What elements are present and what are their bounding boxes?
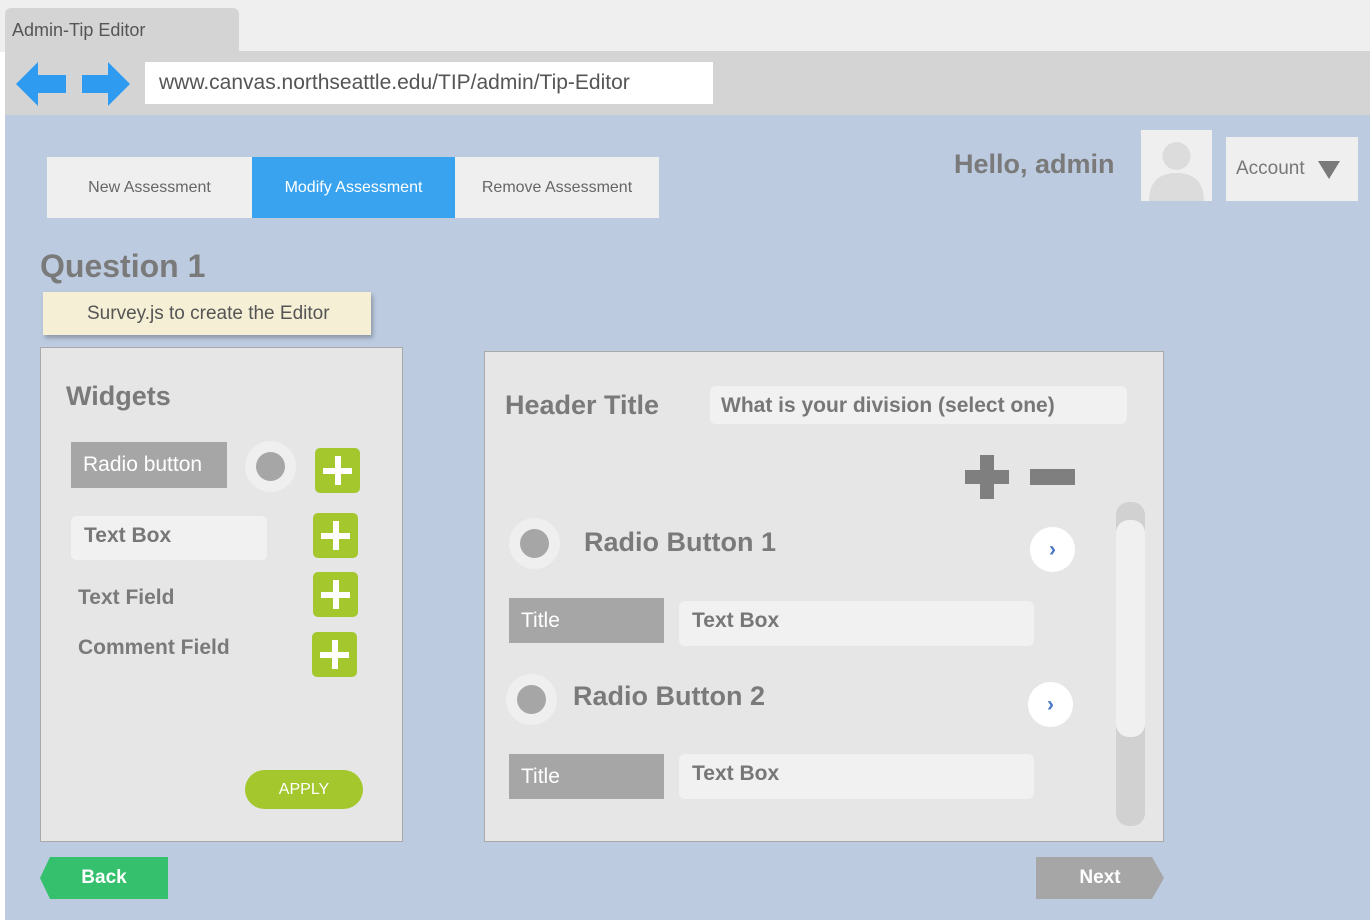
- back-button[interactable]: Back: [40, 857, 168, 899]
- option-1-chevron-right-icon[interactable]: ›: [1030, 527, 1075, 572]
- forward-arrow-icon[interactable]: [82, 62, 130, 106]
- add-text-box-button[interactable]: [313, 513, 358, 558]
- option-2-text-box[interactable]: Text Box: [679, 754, 1034, 799]
- widgets-title: Widgets: [66, 381, 171, 411]
- editor-note: Survey.js to create the Editor: [43, 292, 371, 335]
- account-label: Account: [1236, 158, 1305, 179]
- radio-preview-icon: [245, 441, 296, 492]
- browser-tab[interactable]: Admin-Tip Editor: [5, 8, 239, 52]
- option-1-label: Radio Button 1: [584, 527, 776, 557]
- widget-text-field[interactable]: Text Field: [78, 586, 174, 610]
- greeting-text: Hello, admin: [954, 149, 1115, 179]
- avatar[interactable]: [1141, 130, 1212, 201]
- header-title-input[interactable]: What is your division (select one): [710, 386, 1127, 424]
- add-comment-field-button[interactable]: [312, 632, 357, 677]
- tab-remove-assessment[interactable]: Remove Assessment: [455, 157, 659, 218]
- tab-new-assessment[interactable]: New Assessment: [47, 157, 252, 218]
- next-button[interactable]: Next: [1036, 857, 1164, 899]
- option-2-title-label: Title: [509, 754, 664, 799]
- remove-option-icon[interactable]: [1030, 469, 1075, 485]
- apply-button[interactable]: APPLY: [245, 770, 363, 809]
- option-2-radio[interactable]: [506, 674, 557, 725]
- user-silhouette-icon: [1149, 142, 1204, 201]
- widget-radio-button[interactable]: Radio button: [71, 442, 227, 488]
- option-1-radio[interactable]: [509, 518, 560, 569]
- add-radio-button[interactable]: [315, 448, 360, 493]
- dropdown-triangle-icon: [1318, 161, 1340, 179]
- widget-comment-field[interactable]: Comment Field: [78, 636, 230, 660]
- add-option-icon[interactable]: [965, 455, 1009, 499]
- tab-modify-assessment[interactable]: Modify Assessment: [252, 157, 455, 218]
- address-bar[interactable]: www.canvas.northseattle.edu/TIP/admin/Ti…: [145, 62, 713, 104]
- option-1-title-label: Title: [509, 598, 664, 643]
- question-title: Question 1: [40, 248, 206, 284]
- back-button-label: Back: [81, 867, 127, 888]
- option-1-text-box[interactable]: Text Box: [679, 601, 1034, 646]
- account-dropdown[interactable]: Account: [1226, 137, 1358, 201]
- back-arrow-icon[interactable]: [16, 62, 66, 106]
- option-2-label: Radio Button 2: [573, 681, 765, 711]
- next-button-label: Next: [1079, 867, 1121, 888]
- header-title-label: Header Title: [505, 390, 660, 420]
- add-text-field-button[interactable]: [313, 572, 358, 617]
- scrollbar-thumb[interactable]: [1116, 520, 1145, 737]
- widget-text-box[interactable]: Text Box: [71, 516, 267, 560]
- option-2-chevron-right-icon[interactable]: ›: [1028, 682, 1073, 727]
